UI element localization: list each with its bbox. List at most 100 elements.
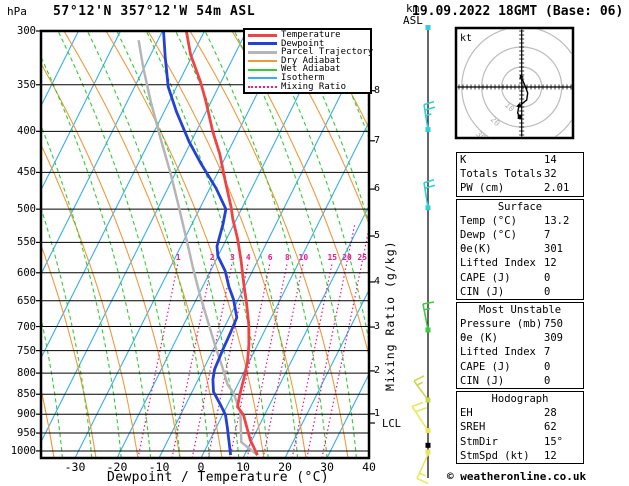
indices-tables: K 14 Totals Totals 32 PW (cm) 2.01 Surface Temp… [456, 152, 584, 466]
wind-barb-staff [422, 303, 429, 331]
wind-level-marker [425, 442, 431, 448]
hodograph-unit-label: kt [460, 33, 472, 44]
mixing-ratio-label: 4 [246, 253, 251, 262]
table-row-value: 15° [544, 435, 563, 448]
mixing-ratio-label: 8 [285, 253, 290, 262]
table-row-value: 0 [544, 285, 551, 298]
wind-barb-full [423, 100, 435, 106]
sounding-curves [137, 32, 259, 457]
indices-table: K 14 Totals Totals 32 PW (cm) 2.01 [456, 152, 584, 197]
table-row-label: EH [460, 407, 473, 420]
wind-barb-full [415, 407, 427, 413]
mixing-ratio-label: 10 [299, 253, 309, 262]
table-row-label: StmDir [460, 435, 498, 448]
pressure-tick-label: 900 [17, 408, 36, 421]
table-header: Most Unstable [478, 303, 562, 316]
table-row-value: 7 [544, 346, 551, 359]
km-tick-label: 4 [374, 275, 381, 287]
legend-swatch-wet-adiabat [248, 68, 277, 71]
table-row: θe (K) 309 [457, 331, 583, 345]
table-row: Pressure (mb) 750 [457, 317, 583, 331]
mixing-ratio-label: 2 [210, 253, 215, 262]
table-row-label: CAPE (J) [460, 360, 511, 373]
wind-barb-column [411, 24, 436, 485]
wind-barb-full [422, 301, 435, 305]
hodograph-border [454, 26, 575, 140]
temperature-tick-label: 0 [197, 460, 205, 474]
hodograph-ring-label: 20 [488, 115, 501, 128]
table-row: CIN (J) 0 [457, 374, 583, 388]
pressure-tick-label: 400 [17, 125, 36, 138]
table-row-label: θe(K) [460, 243, 492, 256]
wind-level-marker [425, 397, 431, 403]
indices-table-most-unstable: Most Unstable Pressure (mb) 750 θe (K) 309 Li… [456, 301, 584, 389]
hodograph: 102030 kt [454, 26, 575, 140]
table-row-label: Lifted Index [460, 346, 536, 359]
pressure-tick-label: 550 [17, 236, 36, 249]
table-row: StmDir 15° [457, 435, 583, 449]
pressure-tick-label: 950 [17, 427, 36, 440]
table-header: Surface [497, 200, 543, 213]
wind-barb-full [416, 477, 429, 485]
temperature-tick-label: -30 [64, 460, 86, 474]
wind-barb-full [411, 401, 424, 408]
wind-barb-full [423, 179, 435, 184]
hodograph-ring-label: 10 [503, 100, 516, 113]
legend-swatch-parcel-trajectory [248, 50, 277, 54]
table-row: CIN (J) 0 [457, 285, 583, 299]
table-row-value: 12 [544, 257, 557, 270]
legend-swatch-dewpoint [248, 42, 277, 46]
temperature-tick-label: 10 [236, 460, 250, 474]
table-row-label: Lifted Index [460, 257, 536, 270]
pressure-tick-label: 700 [17, 320, 36, 333]
pressure-tick-label: 750 [17, 344, 36, 357]
temperature-tick-label: 30 [320, 460, 334, 474]
table-row-label: SREH [460, 421, 486, 434]
wind-barb-full [413, 375, 425, 382]
pressure-tick-label: 800 [17, 367, 36, 380]
table-row-value: 2.01 [544, 182, 570, 195]
wind-barb-half [419, 472, 426, 477]
table-header: Hodograph [491, 393, 549, 405]
km-tick-label: 8 [374, 84, 381, 96]
table-row-value: 301 [544, 243, 563, 256]
table-row: θe(K) 301 [457, 242, 583, 256]
table-row-label: Pressure (mb) [460, 318, 543, 331]
lcl-label: LCL [382, 418, 401, 430]
km-tick-label: 5 [374, 230, 381, 242]
mixing-ratio-label: 25 [357, 253, 367, 262]
table-row-label: Dewp (°C) [460, 228, 517, 241]
mixing-ratio-axis-label: Mixing Ratio (g/kg) [383, 240, 397, 391]
table-row-label: CIN (J) [460, 374, 505, 387]
hodograph-end-marker [517, 115, 522, 119]
table-row-label: CIN (J) [460, 285, 505, 298]
table-row-value: 14 [544, 154, 557, 166]
pressure-tick-label: 300 [17, 25, 36, 37]
wind-barb-half [416, 381, 423, 386]
table-row: CAPE (J) 0 [457, 360, 583, 374]
mixing-ratio-label: 6 [268, 253, 273, 262]
km-tick-label: 1 [374, 407, 381, 419]
km-tick-label: 7 [374, 134, 381, 146]
table-row: PW (cm) 2.01 [457, 181, 583, 195]
temperature-tick-label: -20 [106, 460, 128, 474]
temperature-tick-label: 40 [362, 460, 376, 474]
wind-barb-full [424, 184, 436, 190]
wind-barb-full [424, 106, 436, 111]
table-row: SREH 62 [457, 420, 583, 434]
wind-level-marker [425, 427, 431, 433]
pressure-tick-label: 650 [17, 294, 36, 307]
km-tick-label: 3 [374, 321, 381, 333]
table-row: Totals Totals 32 [457, 167, 583, 181]
table-row-value: 12 [544, 449, 557, 462]
wind-barb-half [425, 113, 432, 117]
wind-level-marker [425, 449, 431, 455]
table-row: Lifted Index 7 [457, 345, 583, 359]
legend-swatch-isotherm [248, 77, 277, 80]
table-row: EH 28 [457, 406, 583, 420]
indices-table-surface: Surface Temp (°C) 13.2 Dewp (°C) 7 θe(K) 301 Li… [456, 198, 584, 300]
table-row: StmSpd (kt) 12 [457, 449, 583, 463]
wind-level-marker [425, 327, 431, 333]
legend-label: Mixing Ratio [281, 81, 347, 92]
indices-table-hodograph: Hodograph EH 28 SREH 62 StmDir 15° StmSpd (kt) 1… [456, 391, 584, 464]
